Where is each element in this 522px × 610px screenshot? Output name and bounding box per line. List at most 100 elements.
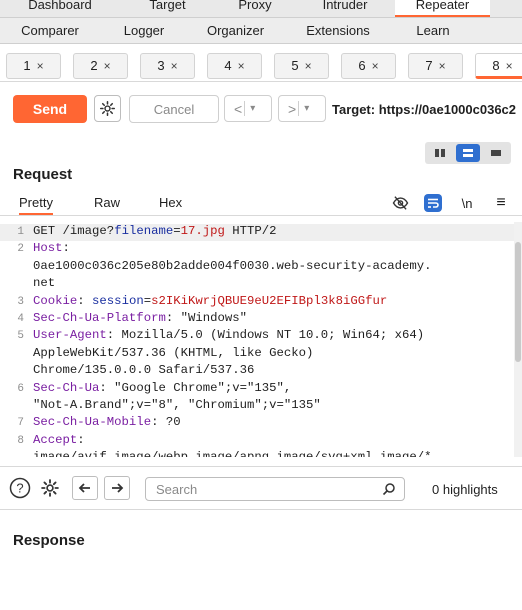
search-bar: ? 0 highlights (0, 466, 522, 510)
layout-toggle (425, 142, 511, 164)
request-tab-6[interactable]: 6 × (341, 53, 396, 79)
cancel-button[interactable]: Cancel (129, 95, 219, 123)
rows-icon (463, 149, 473, 157)
arrow-right-icon (112, 483, 124, 493)
close-tab-icon[interactable]: × (171, 59, 178, 73)
request-tab-label: 3 (157, 58, 165, 73)
request-tab-label: 5 (291, 58, 299, 73)
tab-hex[interactable]: Hex (159, 195, 182, 210)
line-number: 7 (17, 417, 24, 430)
search-input[interactable] (145, 477, 405, 501)
search-settings-button[interactable] (38, 476, 62, 500)
request-tab-label: 2 (90, 58, 98, 73)
request-tab-5[interactable]: 5 × (274, 53, 329, 79)
columns-icon (435, 149, 445, 157)
close-tab-icon[interactable]: × (238, 59, 245, 73)
request-tab-1[interactable]: 1 × (6, 53, 61, 79)
line-number: 6 (17, 382, 24, 395)
target-url[interactable]: Target: https://0ae1000c036c2 (332, 102, 516, 117)
send-settings-button[interactable] (94, 95, 121, 122)
forward-arrow-button[interactable]: > (288, 101, 296, 117)
code-line: "Not-A.Brand";v="8", "Chromium";v="135" (33, 398, 321, 412)
scroll-thumb[interactable] (515, 242, 521, 362)
request-tab-8[interactable]: 8 × (475, 53, 522, 79)
request-title: Request (13, 166, 73, 183)
main-tab-intruder[interactable]: Intruder (295, 0, 395, 17)
line-number: 8 (17, 434, 24, 447)
close-tab-icon[interactable]: × (372, 59, 379, 73)
main-tab-repeater[interactable]: Repeater (395, 0, 490, 17)
previous-match-button[interactable] (72, 476, 98, 500)
divider (244, 101, 246, 116)
gear-icon (99, 100, 116, 117)
main-nav: Dashboard Target Proxy Intruder Repeater (0, 0, 522, 18)
arrow-left-icon (78, 483, 90, 493)
gear-icon (41, 479, 59, 497)
back-nav-group: < ▾ (224, 95, 272, 122)
eye-slash-icon (392, 196, 408, 210)
wrap-text-button[interactable] (424, 194, 442, 212)
sub-tab-comparer[interactable]: Comparer (0, 18, 100, 43)
code-line: image/avif,image/webp,image/apng,image/s… (33, 450, 431, 457)
code-line: Accept: (33, 432, 85, 447)
repeater-tab-bar: 1 × 2 × 3 × 4 × 5 × 6 × 7 × 8 × (0, 48, 522, 82)
tab-raw[interactable]: Raw (94, 195, 120, 210)
line-number: 2 (17, 243, 24, 256)
code-line: User-Agent: Mozilla/5.0 (Windows NT 10.0… (33, 328, 425, 343)
back-arrow-button[interactable]: < (234, 101, 242, 117)
single-pane-icon (491, 150, 501, 156)
request-tab-3[interactable]: 3 × (140, 53, 195, 79)
close-tab-icon[interactable]: × (439, 59, 446, 73)
request-tab-2[interactable]: 2 × (73, 53, 128, 79)
code-line: Sec-Ch-Ua-Mobile: ?0 (33, 415, 181, 430)
line-number: 4 (17, 313, 24, 325)
layout-tabs-button[interactable] (484, 144, 508, 162)
hide-nonprintable-button[interactable] (391, 194, 409, 212)
request-editor[interactable]: 1 2 3 4 5 6 7 8 GET /image?filename=17.jpg HTTP… (0, 222, 514, 457)
repeater-toolbar: Send Cancel < ▾ > ▾ Target: https://0ae1… (0, 92, 522, 126)
request-tab-label: 4 (224, 58, 232, 73)
back-history-dropdown[interactable]: ▾ (250, 103, 255, 114)
main-tab-proxy[interactable]: Proxy (215, 0, 295, 17)
close-tab-icon[interactable]: × (506, 59, 513, 73)
line-number: 1 (17, 226, 24, 238)
sub-tab-organizer[interactable]: Organizer (188, 18, 283, 43)
editor-scrollbar[interactable] (514, 222, 522, 457)
sub-nav: Comparer Logger Organizer Extensions Learn (0, 18, 522, 44)
send-button[interactable]: Send (13, 95, 87, 123)
close-tab-icon[interactable]: × (37, 59, 44, 73)
request-tab-7[interactable]: 7 × (408, 53, 463, 79)
code-line: Sec-Ch-Ua-Platform: "Windows" (33, 311, 248, 325)
line-number: 5 (17, 330, 24, 343)
code-line: net (33, 276, 56, 291)
help-button[interactable]: ? (8, 476, 32, 500)
divider (298, 101, 300, 116)
tab-pretty[interactable]: Pretty (19, 195, 53, 215)
code-line: GET /image?filename=17.jpg HTTP/2 (33, 224, 277, 238)
layout-side-by-side-button[interactable] (428, 144, 452, 162)
main-tab-target[interactable]: Target (120, 0, 215, 17)
search-icon (382, 482, 396, 496)
code-line: Cookie: session=s2IKiKwrjQBUE9eU2EFIBpl3… (33, 293, 388, 308)
code-line: Host: (33, 241, 70, 256)
show-newlines-button[interactable]: \n (458, 194, 476, 212)
request-tab-label: 1 (23, 58, 31, 73)
main-tab-dashboard[interactable]: Dashboard (0, 0, 120, 17)
request-tab-4[interactable]: 4 × (207, 53, 262, 79)
sub-tab-logger[interactable]: Logger (100, 18, 188, 43)
close-tab-icon[interactable]: × (305, 59, 312, 73)
code-line: Chrome/135.0.0.0 Safari/537.36 (33, 363, 255, 378)
request-tab-label: 8 (492, 58, 500, 73)
sub-tab-extensions[interactable]: Extensions (283, 18, 393, 43)
line-number: 3 (17, 295, 24, 308)
code-line: 0ae1000c036c205e80b2adde004f0030.web-sec… (33, 258, 432, 273)
sub-tab-learn[interactable]: Learn (393, 18, 473, 43)
forward-nav-group: > ▾ (278, 95, 326, 122)
layout-stacked-button[interactable] (456, 144, 480, 162)
code-line: Sec-Ch-Ua: "Google Chrome";v="135", (33, 380, 292, 395)
line-number-gutter: 1 2 3 4 5 6 7 8 (0, 222, 28, 457)
next-match-button[interactable] (104, 476, 130, 500)
editor-menu-button[interactable]: ≡ (492, 194, 510, 212)
forward-history-dropdown[interactable]: ▾ (304, 103, 309, 114)
close-tab-icon[interactable]: × (104, 59, 111, 73)
